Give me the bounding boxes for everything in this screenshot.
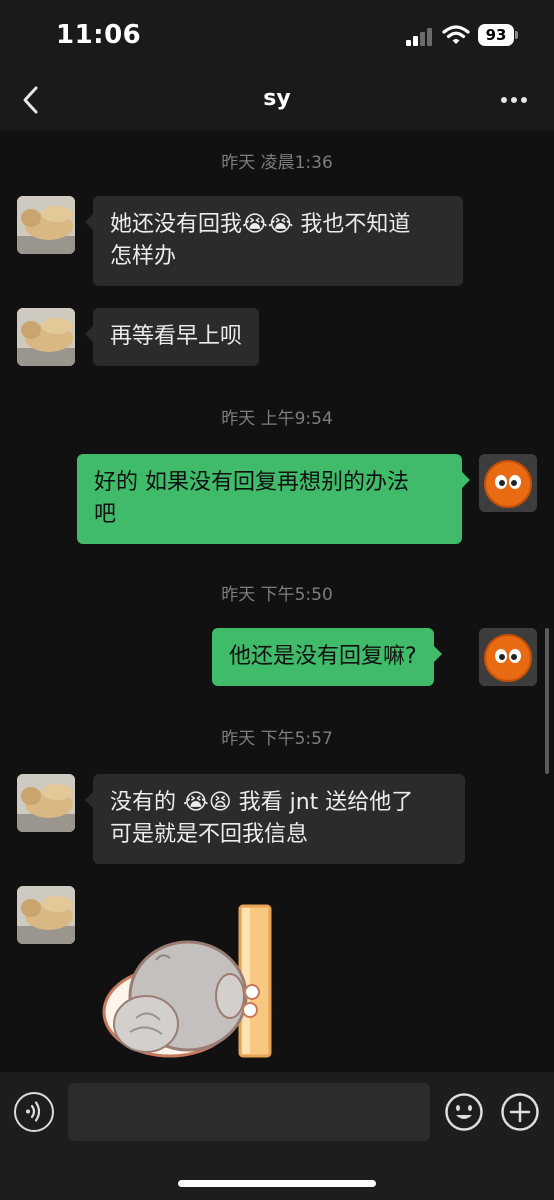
- message-text: 好的 如果没有回复再想别的办法: [94, 470, 409, 495]
- message-bubble-incoming[interactable]: 她还没有回我😭😭 我也不知道 怎样办: [85, 196, 463, 286]
- contact-avatar[interactable]: [17, 774, 75, 832]
- chat-title: sy: [263, 86, 291, 111]
- contact-avatar[interactable]: [17, 308, 75, 366]
- battery-tip: [515, 31, 518, 39]
- home-indicator[interactable]: [178, 1180, 376, 1187]
- scroll-indicator[interactable]: [545, 628, 549, 774]
- battery-icon: 93: [478, 24, 514, 46]
- status-bar: 11:06 93: [0, 0, 554, 72]
- my-avatar[interactable]: [479, 628, 537, 686]
- message-text: 再等看早上呗: [110, 324, 243, 349]
- message-text: 她还没有回我😭😭 我也不知道: [110, 212, 411, 237]
- contact-avatar[interactable]: [17, 196, 75, 254]
- timestamp: 昨天 上午9:54: [221, 409, 333, 429]
- wifi-icon: [442, 25, 470, 44]
- message-bubble-outgoing[interactable]: 他还是没有回复嘛?: [212, 628, 442, 686]
- message-bubble-incoming[interactable]: 没有的 😭😫 我看 jnt 送给他了 可是就是不回我信息: [85, 774, 465, 864]
- message-bubble-incoming[interactable]: 再等看早上呗: [84, 308, 260, 366]
- message-text: 吧: [94, 502, 117, 527]
- input-bar: [0, 1072, 554, 1200]
- timestamp: 昨天 下午5:57: [221, 729, 333, 749]
- timestamp: 昨天 凌晨1:36: [221, 153, 333, 173]
- message-text: 怎样办: [110, 244, 177, 269]
- chat-header: sy: [0, 72, 554, 130]
- plus-icon[interactable]: [500, 1092, 540, 1132]
- ellipsis-icon[interactable]: [496, 84, 532, 114]
- voice-icon[interactable]: [14, 1092, 54, 1132]
- contact-avatar[interactable]: [17, 886, 75, 944]
- timestamp: 昨天 下午5:50: [221, 585, 333, 605]
- message-bubble-outgoing[interactable]: 好的 如果没有回复再想别的办法 吧: [77, 454, 470, 544]
- signal-icon: [406, 28, 434, 46]
- message-list[interactable]: 昨天 凌晨1:36 她还没有回我😭😭 我也不知道 怎样办 再等看早上呗 昨天 上…: [0, 130, 554, 1072]
- message-text: 他还是没有回复嘛?: [229, 644, 417, 669]
- message-text: 可是就是不回我信息: [110, 822, 309, 847]
- emoji-icon[interactable]: [444, 1092, 484, 1132]
- status-time: 11:06: [56, 20, 142, 50]
- message-text: 没有的 😭😫 我看 jnt 送给他了: [110, 790, 414, 815]
- message-input[interactable]: [68, 1083, 430, 1141]
- my-avatar[interactable]: [479, 454, 537, 512]
- hamster-sticker[interactable]: [96, 900, 286, 1060]
